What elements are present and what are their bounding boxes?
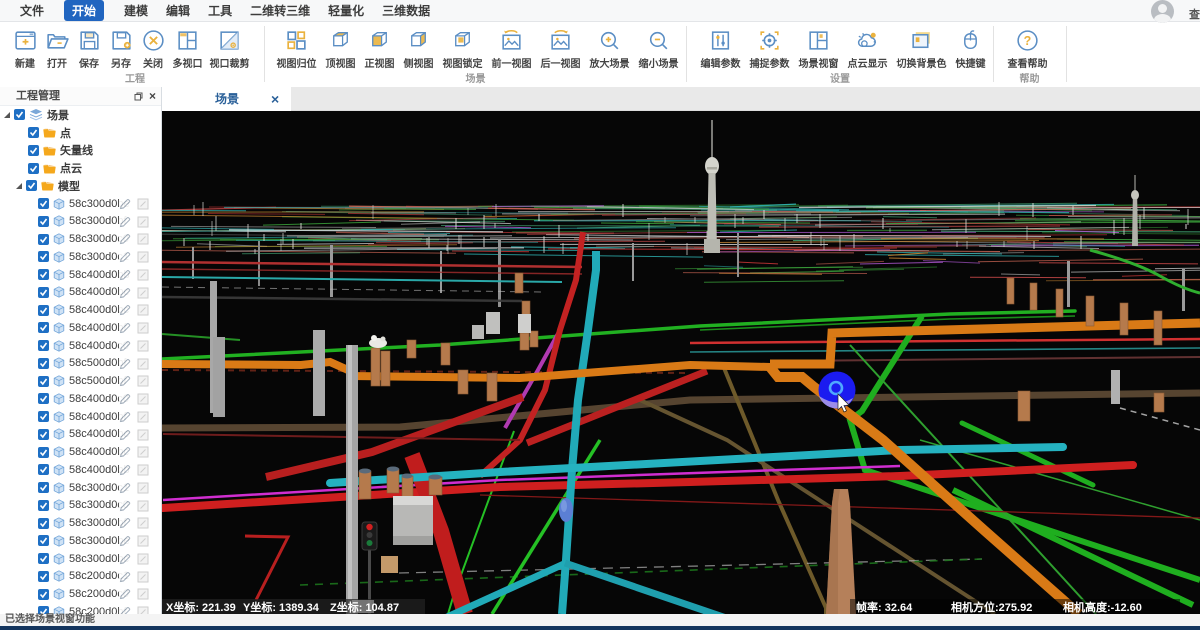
svg-text:帧率: 32.64: 帧率: 32.64 [856, 600, 913, 614]
svg-text:相机方位:275.92: 相机方位:275.92 [951, 600, 1032, 614]
svg-text:?: ? [1024, 34, 1032, 48]
svg-text:相机高度:-12.60: 相机高度:-12.60 [1063, 600, 1142, 614]
svg-text:X坐标: 221.39: X坐标: 221.39 [166, 600, 236, 614]
svg-text:Z坐标: 104.87: Z坐标: 104.87 [330, 600, 399, 614]
svg-text:Y坐标: 1389.34: Y坐标: 1389.34 [243, 600, 320, 614]
